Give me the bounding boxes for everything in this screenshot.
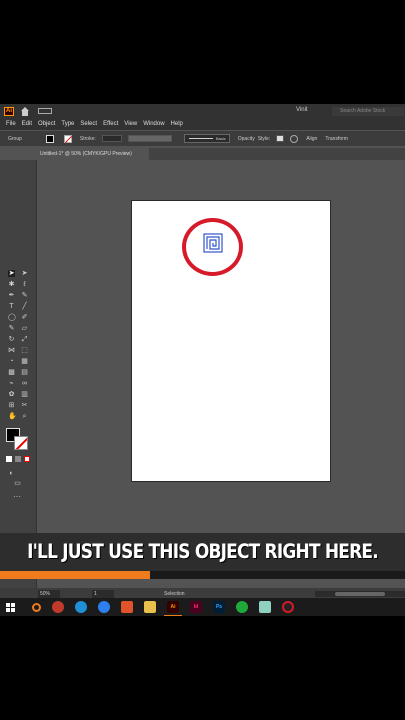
menu-type[interactable]: Type xyxy=(61,121,74,127)
control-bar: Group Stroke: Basic Opacity Style: Align… xyxy=(0,131,405,146)
paintbrush-tool-icon[interactable]: ✐ xyxy=(21,314,28,321)
indesign-icon[interactable]: Id xyxy=(190,601,202,613)
zoom-tool-icon[interactable]: ⌕ xyxy=(21,413,28,420)
perspective-grid-tool-icon[interactable]: ▦ xyxy=(21,358,28,365)
lasso-tool-icon[interactable]: ℓ xyxy=(21,281,28,288)
curvature-tool-icon[interactable]: ✎ xyxy=(21,292,28,299)
gradient-mode-icon[interactable] xyxy=(15,456,21,462)
stroke-label[interactable]: Stroke: xyxy=(80,136,96,142)
stroke-swatch[interactable] xyxy=(63,134,72,143)
workspace-switcher[interactable]: Vinit xyxy=(296,107,308,113)
whatsapp-icon[interactable] xyxy=(236,601,248,613)
video-caption-band: I'LL JUST USE THIS OBJECT RIGHT HERE. xyxy=(0,533,405,571)
chrome-icon[interactable] xyxy=(52,601,64,613)
illustrator-taskbar-icon[interactable]: Ai xyxy=(164,601,182,616)
windows-start-icon[interactable] xyxy=(6,602,15,612)
graphic-style-swatch[interactable] xyxy=(276,135,285,142)
blend-tool-icon[interactable]: ∞ xyxy=(21,380,28,387)
edit-toolbar-icon[interactable]: ··· xyxy=(13,492,21,501)
artboard-tool-icon[interactable]: ⊞ xyxy=(8,402,15,409)
transform-button[interactable]: Transform xyxy=(325,136,348,142)
photoshop-icon[interactable]: Ps xyxy=(213,601,225,613)
firefox-icon[interactable] xyxy=(98,601,110,613)
menu-object[interactable]: Object xyxy=(38,121,55,127)
eyedropper-tool-icon[interactable]: ⌁ xyxy=(8,380,15,387)
screen-mode-icon[interactable]: ▭ xyxy=(14,480,21,487)
adobe-stock-search[interactable]: Search Adobe Stock xyxy=(332,107,404,116)
screen-recorder-icon[interactable] xyxy=(282,601,294,613)
none-mode-icon[interactable] xyxy=(24,456,30,462)
video-caption: I'LL JUST USE THIS OBJECT RIGHT HERE. xyxy=(27,540,379,564)
zoom-level-field[interactable]: 50% xyxy=(38,590,60,598)
illustrator-logo: Ai xyxy=(4,106,14,116)
artboard[interactable] xyxy=(131,200,331,482)
artboard-number-field[interactable]: 1 xyxy=(92,590,114,598)
video-progress-track xyxy=(0,571,405,579)
draw-mode-icon[interactable]: ◐ xyxy=(8,470,15,477)
menu-window[interactable]: Window xyxy=(143,121,164,127)
rotate-tool-icon[interactable]: ↻ xyxy=(8,336,15,343)
menu-file[interactable]: File xyxy=(6,121,16,127)
hand-tool-icon[interactable]: ✋ xyxy=(8,413,17,420)
menu-view[interactable]: View xyxy=(124,121,137,127)
app-icon[interactable] xyxy=(259,601,271,613)
file-explorer-icon[interactable] xyxy=(144,601,156,613)
document-tab-bar: Untitled-1* @ 50% (CMYK/GPU Preview) xyxy=(37,148,405,160)
illustrator-window: Ai Vinit Search Adobe Stock File Edit Ob… xyxy=(0,104,405,600)
eraser-tool-icon[interactable]: ▱ xyxy=(21,325,28,332)
horizontal-scrollbar[interactable] xyxy=(315,591,405,597)
opacity-label[interactable]: Opacity xyxy=(238,136,255,142)
style-label: Style: xyxy=(257,135,271,142)
canvas-area[interactable] xyxy=(37,160,405,588)
menu-select[interactable]: Select xyxy=(80,121,97,127)
tools-panel: ➤ ➤ ✱ ℓ ✒ ✎ T ╱ ◯ ✐ ✎ ▱ ↻ ⤢ ⋈ ⬚ ◔ ▦ ▩ ▤ … xyxy=(0,160,37,588)
recolor-icon[interactable] xyxy=(290,134,299,143)
highlight-circle xyxy=(182,218,243,276)
mesh-tool-icon[interactable]: ▩ xyxy=(8,369,15,376)
symbol-sprayer-tool-icon[interactable]: ✿ xyxy=(8,391,15,398)
menu-help[interactable]: Help xyxy=(171,121,183,127)
app-title-bar: Ai Vinit Search Adobe Stock xyxy=(0,104,405,118)
home-icon[interactable] xyxy=(20,106,30,116)
menu-edit[interactable]: Edit xyxy=(22,121,32,127)
edge-icon[interactable] xyxy=(75,601,87,613)
column-graph-tool-icon[interactable]: ▥ xyxy=(21,391,28,398)
variable-width-profile[interactable] xyxy=(127,135,172,142)
align-button[interactable]: Align xyxy=(306,136,317,142)
selection-tool-icon[interactable]: ➤ xyxy=(8,270,15,277)
stroke-color-box[interactable] xyxy=(14,436,28,450)
shaper-tool-icon[interactable]: ✎ xyxy=(8,325,15,332)
selection-type-label: Group xyxy=(8,135,22,142)
scale-tool-icon[interactable]: ⤢ xyxy=(21,336,28,343)
document-tab[interactable]: Untitled-1* @ 50% (CMYK/GPU Preview) xyxy=(37,148,149,160)
windows-taskbar: Ai Id Ps xyxy=(0,598,405,616)
menu-effect[interactable]: Effect xyxy=(103,121,118,127)
arrange-documents-icon[interactable] xyxy=(38,108,52,114)
search-icon[interactable] xyxy=(32,602,41,612)
color-mode-icon[interactable] xyxy=(6,456,12,462)
magic-wand-tool-icon[interactable]: ✱ xyxy=(8,281,15,288)
line-tool-icon[interactable]: ╱ xyxy=(21,303,28,310)
pen-tool-icon[interactable]: ✒ xyxy=(8,292,15,299)
shape-builder-tool-icon[interactable]: ◔ xyxy=(8,358,15,365)
width-tool-icon[interactable]: ⋈ xyxy=(8,347,15,354)
brave-icon[interactable] xyxy=(121,601,133,613)
fill-swatch[interactable] xyxy=(45,134,54,143)
ellipse-tool-icon[interactable]: ◯ xyxy=(8,314,16,321)
current-tool-status: Selection xyxy=(164,591,185,597)
video-progress-fill xyxy=(0,571,150,579)
direct-selection-tool-icon[interactable]: ➤ xyxy=(21,270,28,277)
stroke-weight-input[interactable] xyxy=(101,135,122,142)
gradient-tool-icon[interactable]: ▤ xyxy=(21,369,28,376)
brush-definition[interactable]: Basic xyxy=(183,134,230,143)
slice-tool-icon[interactable]: ✂ xyxy=(21,402,28,409)
free-transform-tool-icon[interactable]: ⬚ xyxy=(21,347,28,354)
type-tool-icon[interactable]: T xyxy=(8,303,15,310)
menu-bar: File Edit Object Type Select Effect View… xyxy=(0,118,405,130)
